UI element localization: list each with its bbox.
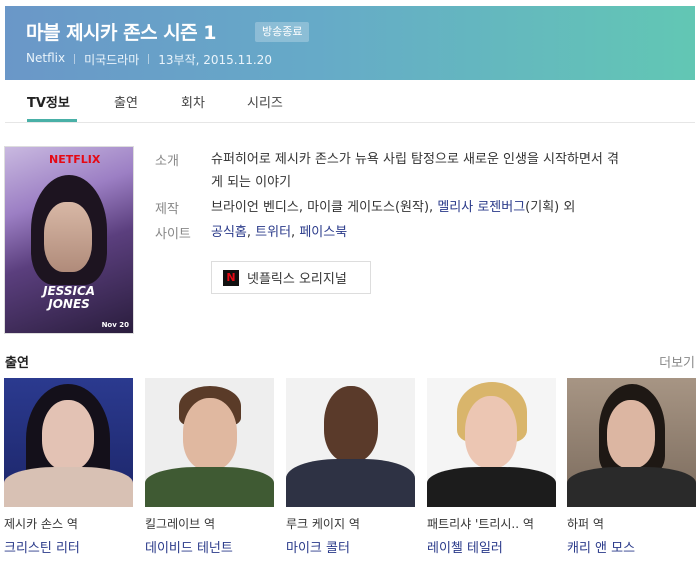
actor-photo[interactable] — [145, 378, 274, 507]
cast-role: 루크 케이지 역 — [286, 517, 360, 531]
netflix-original-label: 넷플릭스 오리지널 — [247, 272, 347, 287]
cast-actor-name[interactable]: 레이첼 테일러 — [427, 537, 556, 556]
cast-section-title: 출연 — [5, 356, 29, 371]
photo-face — [324, 386, 378, 462]
production-text: 브라이언 벤디스, 마이클 게이도스(원작), 멜리사 로젠버그(기획) 외 — [211, 196, 575, 219]
photo-body — [145, 467, 274, 507]
actor-photo[interactable] — [427, 378, 556, 507]
cast-more-link[interactable]: 더보기 — [659, 352, 695, 371]
intro-line2: 게 되는 이야기 — [211, 175, 292, 190]
cast-role: 하퍼 역 — [567, 517, 604, 531]
cast-role: 킬그레이브 역 — [145, 517, 216, 531]
photo-body — [286, 459, 415, 507]
actor-photo[interactable] — [4, 378, 133, 507]
cast-card[interactable]: 제시카 손스 역 크리스틴 리터 — [4, 378, 133, 556]
poster-title-line2: JONES — [48, 297, 90, 311]
poster-title: JESSICA JONES — [43, 285, 95, 311]
cast-actor-name[interactable]: 데이비드 테넌트 — [145, 537, 274, 556]
poster-figure-face — [44, 202, 92, 272]
divider — [74, 54, 76, 64]
site-label: 사이트 — [155, 227, 191, 242]
production-suffix: (기획) 외 — [525, 200, 576, 215]
cast-card[interactable]: 패트리샤 '트리시.. 역 레이첼 테일러 — [427, 378, 556, 556]
divider — [148, 54, 150, 64]
program-header: 마블 제시카 존스 시즌 1 방송종료 Netflix 미국드라마 13부작, … — [5, 6, 695, 80]
poster-image[interactable]: NETFLIX JESSICA JONES Nov 20 — [4, 146, 134, 334]
intro-line1: 슈퍼히어로 제시카 존스가 뉴욕 사립 탐정으로 새로운 인생을 시작하면서 겪 — [211, 152, 619, 167]
poster-title-line1: JESSICA — [43, 284, 96, 298]
tab-episodes[interactable]: 회차 — [181, 92, 205, 111]
intro-text: 슈퍼히어로 제시카 존스가 뉴욕 사립 탐정으로 새로운 인생을 시작하면서 겪… — [211, 148, 619, 194]
cast-actor-name[interactable]: 크리스틴 리터 — [4, 537, 133, 556]
actor-photo[interactable] — [286, 378, 415, 507]
photo-body — [4, 467, 133, 507]
production-creators: 브라이언 벤디스, 마이클 게이도스(원작), — [211, 200, 434, 215]
status-badge: 방송종료 — [255, 22, 310, 42]
meta-episodes-date: 13부작, 2015.11.20 — [158, 53, 272, 67]
site-links: 공식홈, 트위터, 페이스북 — [211, 225, 348, 240]
program-meta: Netflix 미국드라마 13부작, 2015.11.20 — [26, 51, 272, 68]
intro-label: 소개 — [155, 154, 179, 169]
photo-face — [42, 400, 94, 470]
cast-card[interactable]: 하퍼 역 캐리 앤 모스 — [567, 378, 696, 556]
poster-date: Nov 20 — [101, 321, 129, 329]
cast-role: 패트리샤 '트리시.. 역 — [427, 517, 534, 531]
production-link[interactable]: 멜리사 로젠버그 — [437, 200, 525, 215]
photo-body — [567, 467, 696, 507]
photo-face — [465, 396, 517, 468]
tab-series[interactable]: 시리즈 — [247, 92, 283, 111]
tab-tv-info[interactable]: TV정보 — [27, 92, 70, 111]
meta-genre: 미국드라마 — [84, 53, 140, 67]
program-title: 마블 제시카 존스 시즌 1 — [26, 22, 217, 44]
meta-network: Netflix — [26, 51, 66, 65]
cast-actor-name[interactable]: 캐리 앤 모스 — [567, 537, 696, 556]
netflix-original-button[interactable]: N 넷플릭스 오리지널 — [211, 261, 371, 294]
site-link-twitter[interactable]: 트위터 — [255, 225, 291, 240]
photo-face — [183, 398, 237, 470]
photo-body — [427, 467, 556, 507]
active-tab-indicator — [27, 119, 77, 122]
production-label: 제작 — [155, 202, 179, 217]
netflix-icon: N — [223, 269, 239, 286]
photo-face — [607, 400, 655, 468]
poster-brand: NETFLIX — [49, 153, 101, 166]
site-link-facebook[interactable]: 페이스북 — [299, 225, 347, 240]
cast-role: 제시카 손스 역 — [4, 517, 78, 531]
actor-photo[interactable] — [567, 378, 696, 507]
site-link-official[interactable]: 공식홈 — [211, 225, 247, 240]
cast-card[interactable]: 킬그레이브 역 데이비드 테넌트 — [145, 378, 274, 556]
tab-cast[interactable]: 출연 — [114, 92, 138, 111]
cast-card[interactable]: 루크 케이지 역 마이크 콜터 — [286, 378, 415, 556]
tab-bar: TV정보 출연 회차 시리즈 — [5, 80, 695, 123]
cast-actor-name[interactable]: 마이크 콜터 — [286, 537, 415, 556]
